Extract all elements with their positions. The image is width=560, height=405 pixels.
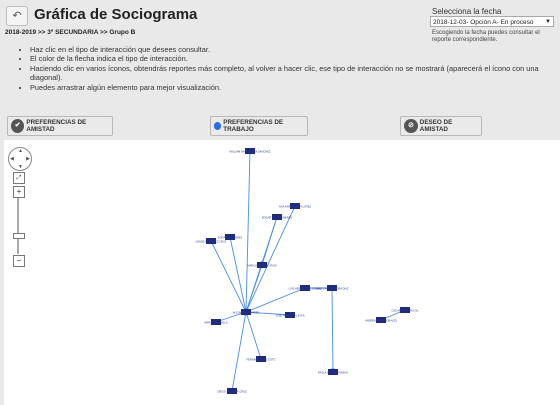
graph-node-label: MARCO ANTONIO RIOS [247, 264, 276, 268]
graph-node-label: JUAN CARLOS MORA DIAZ [315, 287, 349, 291]
graph-node-label: JOSE ROBERTO LEYVA [275, 314, 304, 318]
graph-node-label: PAOLA CASTRO RAMOS [318, 371, 348, 375]
graph-node[interactable]: FERNANDA RUIZ SOTO [247, 356, 276, 362]
graph-node-label: WILLIAM IVAN GARCIA SANCHEZ [230, 150, 271, 154]
graph-edge [245, 205, 296, 313]
sociogram-graph: WILLIAM IVAN GARCIA SANCHEZ ANA KAREN MEJ… [196, 148, 419, 394]
graph-edge [210, 240, 247, 313]
graph-node[interactable]: EDGAR ORTIZ RAMIREZ [262, 214, 292, 220]
graph-node[interactable]: ANA KAREN MEJIA LOPEZ [279, 203, 312, 209]
graph-node-label: ANDREA VEGA MORALES [365, 319, 397, 323]
graph-node[interactable]: DIEGO SALAZAR CRUZ [218, 388, 247, 394]
graph-node-label: ANA KAREN MEJIA LOPEZ [279, 205, 312, 209]
graph-node-label: FERNANDA RUIZ SOTO [247, 358, 276, 362]
graph-node[interactable]: ALEJANDRA TORRES [233, 309, 260, 315]
graph-edge [245, 264, 263, 313]
graph-edge [243, 150, 251, 313]
graph-node-label: DIEGO SALAZAR CRUZ [218, 390, 247, 394]
graph-edge [244, 311, 262, 360]
graph-node-label: MARIA JOSE VILLA [204, 321, 228, 325]
graph-edge [245, 287, 306, 313]
graph-node[interactable]: WILLIAM IVAN GARCIA SANCHEZ [230, 148, 271, 154]
graph-edge [260, 216, 278, 266]
graph-node-label: OSCAR NAVARRO GIL [391, 309, 419, 313]
graph-node-label: SOFIA LUNA PEREZ [218, 236, 243, 240]
graph-node[interactable]: MARIA JOSE VILLA [204, 319, 228, 325]
graph-node[interactable]: MARCO ANTONIO RIOS [247, 262, 277, 268]
graph-node-label: EDGAR ORTIZ RAMIREZ [262, 216, 292, 220]
graph-node[interactable]: OSCAR NAVARRO GIL [391, 307, 419, 313]
graph-edge [231, 311, 248, 392]
graph-node[interactable]: JOSE ROBERTO LEYVA [275, 312, 305, 318]
graph-edge [229, 236, 248, 313]
graph-edge [330, 287, 336, 373]
graph-node[interactable]: SOFIA LUNA PEREZ [218, 234, 243, 240]
graph-node[interactable]: PAOLA CASTRO RAMOS [318, 369, 348, 375]
graph-node[interactable]: ANDREA VEGA MORALES [365, 317, 397, 323]
graph-node-label: DANIELA JIMENEZ CRUZ [196, 240, 227, 244]
graph-node-label: ALEJANDRA TORRES [233, 311, 260, 315]
graph-node[interactable]: JUAN CARLOS MORA DIAZ [315, 285, 349, 291]
